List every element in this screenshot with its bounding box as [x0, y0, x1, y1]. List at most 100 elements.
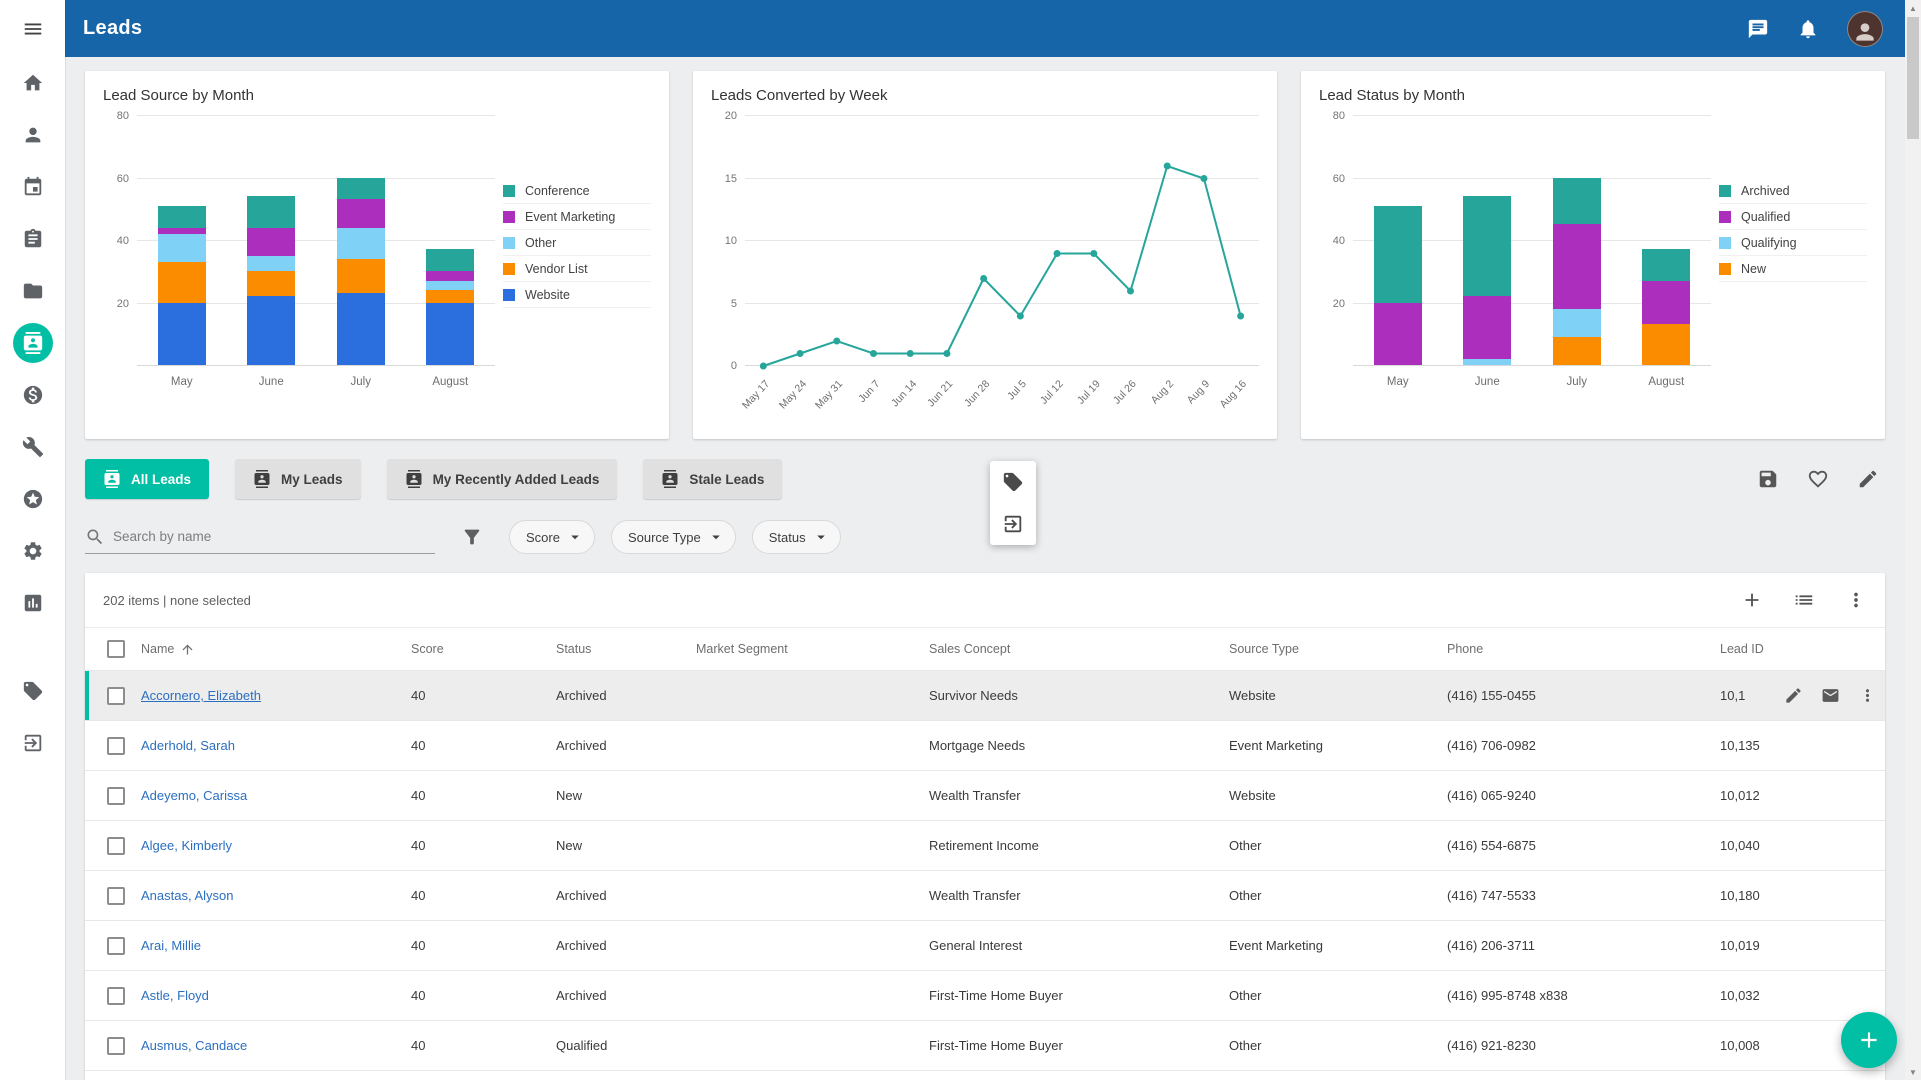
status-filter-dropdown[interactable]: Status [752, 520, 841, 554]
lead-name-link[interactable]: Astle, Floyd [141, 988, 209, 1003]
sidebar-item-tasks[interactable] [13, 219, 53, 259]
sidebar-item-people[interactable] [13, 115, 53, 155]
sidebar-item-billing[interactable] [13, 375, 53, 415]
sidebar-item-exit[interactable] [13, 723, 53, 763]
bar-segment [1642, 324, 1690, 365]
score-filter-dropdown[interactable]: Score [509, 520, 595, 554]
legend-item: Qualifying [1719, 230, 1867, 256]
edit-view-icon[interactable] [1857, 468, 1879, 490]
bar-segment [337, 228, 385, 259]
view-stale-leads-button[interactable]: Stale Leads [643, 459, 782, 499]
tag-tool-icon[interactable] [1002, 471, 1024, 493]
x-tick-label: Jul 19 [1075, 378, 1103, 407]
row-edit-icon[interactable] [1784, 686, 1803, 705]
scrollbar-thumb[interactable] [1907, 17, 1919, 139]
sidebar-item-settings[interactable] [13, 531, 53, 571]
column-header-sales-concept[interactable]: Sales Concept [929, 642, 1229, 656]
row-checkbox[interactable] [107, 1037, 125, 1055]
chart-title: Leads Converted by Week [711, 87, 1259, 104]
legend-swatch [503, 263, 515, 275]
wrench-icon [22, 436, 44, 458]
column-header-source-type[interactable]: Source Type [1229, 642, 1447, 656]
cell-sales-concept: First-Time Home Buyer [929, 1038, 1229, 1053]
bar-july [1553, 178, 1601, 366]
table-body: Accornero, Elizabeth40ArchivedSurvivor N… [85, 671, 1885, 1071]
avatar[interactable] [1847, 11, 1883, 47]
table-row[interactable]: Arai, Millie40ArchivedGeneral InterestEv… [85, 921, 1885, 971]
x-tick-label: July [1567, 376, 1587, 388]
lead-name-link[interactable]: Anastas, Alyson [141, 888, 234, 903]
home-icon [22, 72, 44, 94]
add-lead-fab[interactable] [1841, 1012, 1897, 1068]
favorite-icon[interactable] [1807, 468, 1829, 490]
column-header-name[interactable]: Name [141, 642, 411, 657]
table-row[interactable]: Adeyemo, Carissa40NewWealth TransferWebs… [85, 771, 1885, 821]
list-view-icon[interactable] [1793, 589, 1815, 611]
avatar-person-icon [1852, 13, 1878, 45]
sidebar-item-reports[interactable] [13, 583, 53, 623]
tag-icon [22, 680, 44, 702]
sidebar-item-tools[interactable] [13, 427, 53, 467]
sidebar-item-leads[interactable] [13, 323, 53, 363]
table-row[interactable]: Astle, Floyd40ArchivedFirst-Time Home Bu… [85, 971, 1885, 1021]
column-header-status[interactable]: Status [556, 642, 696, 656]
lead-name-link[interactable]: Accornero, Elizabeth [141, 688, 261, 703]
messages-icon[interactable] [1747, 18, 1769, 40]
search-input[interactable] [113, 529, 435, 544]
export-tool-icon[interactable] [1002, 513, 1024, 535]
scroll-up-arrow[interactable]: ▲ [1905, 0, 1921, 16]
view-recently-added-button[interactable]: My Recently Added Leads [387, 459, 618, 499]
table-row[interactable]: Accornero, Elizabeth40ArchivedSurvivor N… [85, 671, 1885, 721]
table-row[interactable]: Aderhold, Sarah40ArchivedMortgage NeedsE… [85, 721, 1885, 771]
save-view-icon[interactable] [1757, 468, 1779, 490]
row-checkbox[interactable] [107, 737, 125, 755]
cell-status: Archived [556, 888, 696, 903]
row-checkbox[interactable] [107, 987, 125, 1005]
bar-segment [426, 249, 474, 271]
lead-name-link[interactable]: Aderhold, Sarah [141, 738, 235, 753]
sidebar-item-calendar[interactable] [13, 167, 53, 207]
scrollbar[interactable]: ▲ ▼ [1905, 0, 1921, 1080]
lead-name-link[interactable]: Ausmus, Candace [141, 1038, 247, 1053]
lead-name-link[interactable]: Algee, Kimberly [141, 838, 232, 853]
cell-phone: (416) 554-6875 [1447, 838, 1720, 853]
chart-card-leads-converted: Leads Converted by Week 05101520 May 17M… [693, 71, 1277, 439]
sidebar-item-featured[interactable] [13, 479, 53, 519]
view-all-leads-button[interactable]: All Leads [85, 459, 209, 499]
row-more-icon[interactable] [1858, 686, 1877, 705]
menu-icon[interactable] [22, 18, 44, 40]
column-header-market-segment[interactable]: Market Segment [696, 642, 929, 656]
legend-item: New [1719, 256, 1867, 282]
table-row[interactable]: Ausmus, Candace40QualifiedFirst-Time Hom… [85, 1021, 1885, 1071]
bar-segment [337, 178, 385, 200]
cell-source-type: Website [1229, 788, 1447, 803]
folder-icon [22, 280, 44, 302]
row-checkbox[interactable] [107, 837, 125, 855]
scroll-down-arrow[interactable]: ▼ [1905, 1064, 1921, 1080]
lead-name-link[interactable]: Adeyemo, Carissa [141, 788, 247, 803]
table-more-icon[interactable] [1845, 589, 1867, 611]
row-email-icon[interactable] [1821, 686, 1840, 705]
row-checkbox[interactable] [107, 937, 125, 955]
row-checkbox[interactable] [107, 687, 125, 705]
bar-segment [247, 256, 295, 272]
lead-name-link[interactable]: Arai, Millie [141, 938, 201, 953]
column-header-phone[interactable]: Phone [1447, 642, 1720, 656]
filter-icon[interactable] [461, 526, 483, 548]
bar-july [337, 178, 385, 366]
legend-swatch [1719, 237, 1731, 249]
view-my-leads-button[interactable]: My Leads [235, 459, 361, 499]
sidebar-item-documents[interactable] [13, 271, 53, 311]
sidebar-item-home[interactable] [13, 63, 53, 103]
notifications-icon[interactable] [1797, 18, 1819, 40]
row-checkbox[interactable] [107, 787, 125, 805]
column-header-lead-id[interactable]: Lead ID [1720, 642, 1885, 656]
sidebar-item-tags[interactable] [13, 671, 53, 711]
column-header-score[interactable]: Score [411, 642, 556, 656]
table-row[interactable]: Anastas, Alyson40ArchivedWealth Transfer… [85, 871, 1885, 921]
source-type-filter-dropdown[interactable]: Source Type [611, 520, 736, 554]
row-checkbox[interactable] [107, 887, 125, 905]
add-lead-icon[interactable] [1741, 589, 1763, 611]
table-row[interactable]: Algee, Kimberly40NewRetirement IncomeOth… [85, 821, 1885, 871]
select-all-checkbox[interactable] [107, 640, 125, 658]
